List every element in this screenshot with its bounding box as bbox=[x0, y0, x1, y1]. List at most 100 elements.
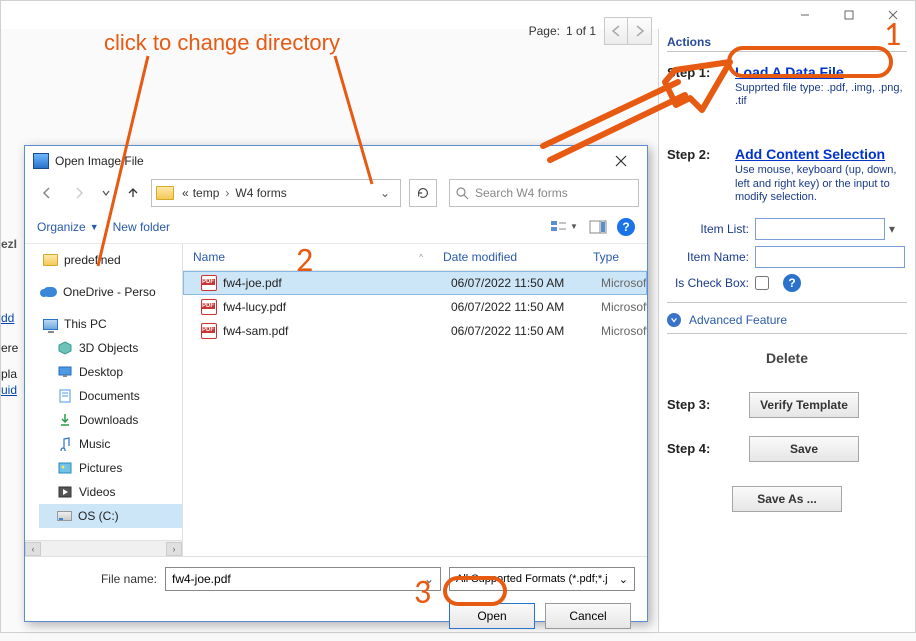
tree-item-videos[interactable]: Videos bbox=[39, 480, 182, 504]
new-folder-button[interactable]: New folder bbox=[113, 220, 170, 234]
dialog-titlebar: Open Image File bbox=[25, 146, 647, 176]
nav-up-button[interactable] bbox=[119, 179, 147, 207]
dialog-icon bbox=[33, 153, 49, 169]
step2-hint: Use mouse, keyboard (up, down, left and … bbox=[735, 164, 905, 204]
address-dropdown[interactable]: ⌄ bbox=[374, 186, 396, 200]
page-next-button[interactable] bbox=[628, 17, 652, 45]
save-as-button[interactable]: Save As ... bbox=[732, 486, 842, 512]
list-item[interactable]: fw4-joe.pdf 06/07/2022 11:50 AM Microsof… bbox=[183, 271, 647, 295]
minimize-button[interactable] bbox=[783, 1, 827, 29]
step-2: Step 2: Add Content Selection Use mouse,… bbox=[667, 146, 907, 204]
advanced-feature-toggle[interactable]: Advanced Feature bbox=[667, 313, 907, 327]
address-bar[interactable]: « temp › W4 forms ⌄ bbox=[151, 179, 401, 207]
open-button[interactable]: Open bbox=[449, 603, 535, 629]
page-navigator: Page: 1 of 1 bbox=[529, 17, 652, 45]
organize-label: Organize bbox=[37, 220, 86, 234]
tree-item-osc[interactable]: OS (C:) bbox=[39, 504, 182, 528]
chevron-right-icon: › bbox=[221, 186, 233, 200]
crumb-w4forms[interactable]: W4 forms bbox=[233, 186, 288, 200]
tree-item-music[interactable]: Music bbox=[39, 432, 182, 456]
file-name: fw4-sam.pdf bbox=[223, 324, 288, 338]
documents-icon bbox=[57, 388, 73, 404]
preview-pane-button[interactable] bbox=[583, 215, 613, 239]
tree-label: Videos bbox=[79, 485, 115, 499]
step1-label: Step 1: bbox=[667, 65, 725, 80]
onedrive-icon bbox=[43, 287, 57, 297]
item-list-input[interactable] bbox=[755, 218, 885, 240]
dialog-footer: File name: fw4-joe.pdf ⌄ All Supported F… bbox=[25, 556, 647, 641]
step3-label: Step 3: bbox=[667, 397, 725, 412]
nav-back-button[interactable] bbox=[33, 179, 61, 207]
search-icon bbox=[456, 187, 469, 200]
caret-down-icon: ⌄ bbox=[424, 572, 434, 586]
col-date[interactable]: Date modified bbox=[433, 244, 583, 270]
tree-item-thispc[interactable]: This PC bbox=[25, 312, 182, 336]
close-button[interactable] bbox=[871, 1, 915, 29]
search-input[interactable]: Search W4 forms bbox=[449, 179, 639, 207]
tree-label: Desktop bbox=[79, 365, 123, 379]
tree-item-onedrive[interactable]: OneDrive - Perso bbox=[25, 280, 182, 304]
pictures-icon bbox=[57, 460, 73, 476]
tree-item-documents[interactable]: Documents bbox=[39, 384, 182, 408]
add-content-selection-link[interactable]: Add Content Selection bbox=[735, 146, 885, 162]
dialog-address-row: « temp › W4 forms ⌄ Search W4 forms bbox=[25, 176, 647, 210]
ischeckbox-input[interactable] bbox=[755, 276, 769, 290]
advanced-feature-label: Advanced Feature bbox=[689, 313, 787, 327]
file-name-input[interactable]: fw4-joe.pdf ⌄ bbox=[165, 567, 441, 591]
list-header: Name^ Date modified Type bbox=[183, 244, 647, 271]
file-date: 06/07/2022 11:50 AM bbox=[441, 300, 591, 314]
drive-icon bbox=[57, 511, 72, 521]
strip-dd-link[interactable]: dd bbox=[1, 311, 14, 325]
3dobjects-icon bbox=[57, 340, 73, 356]
verify-template-button[interactable]: Verify Template bbox=[749, 392, 859, 418]
col-type[interactable]: Type bbox=[583, 244, 647, 270]
file-date: 06/07/2022 11:50 AM bbox=[441, 276, 591, 290]
cancel-button[interactable]: Cancel bbox=[545, 603, 631, 629]
file-name: fw4-lucy.pdf bbox=[223, 300, 286, 314]
checkbox-row: Is Check Box: ? bbox=[667, 274, 907, 292]
tree-item-downloads[interactable]: Downloads bbox=[39, 408, 182, 432]
tree-item-desktop[interactable]: Desktop bbox=[39, 360, 182, 384]
tree-item-3dobjects[interactable]: 3D Objects bbox=[39, 336, 182, 360]
nav-history-dropdown[interactable] bbox=[97, 179, 115, 207]
videos-icon bbox=[57, 484, 73, 500]
strip-uid-link[interactable]: uid bbox=[1, 383, 17, 397]
tree-label: Documents bbox=[79, 389, 140, 403]
tree-hscrollbar[interactable]: ‹› bbox=[25, 540, 182, 556]
crumb-temp[interactable]: temp bbox=[191, 186, 222, 200]
desktop-icon bbox=[57, 364, 73, 380]
step1-hint: Supprted file type: .pdf, .img, .png, .t… bbox=[735, 82, 905, 108]
organize-menu[interactable]: Organize ▼ bbox=[37, 220, 99, 234]
maximize-button[interactable] bbox=[827, 1, 871, 29]
pc-icon bbox=[43, 319, 58, 330]
file-type-filter[interactable]: All Supported Formats (*.pdf;*.j ⌄ bbox=[449, 567, 635, 591]
filter-label: All Supported Formats (*.pdf;*.j bbox=[456, 573, 608, 585]
list-item[interactable]: fw4-sam.pdf 06/07/2022 11:50 AM Microsof… bbox=[183, 319, 647, 343]
file-type: Microsoft bbox=[591, 276, 647, 290]
item-name-input[interactable] bbox=[755, 246, 905, 268]
file-name: fw4-joe.pdf bbox=[223, 276, 282, 290]
crumb-prefix: « bbox=[180, 186, 191, 200]
pdf-icon bbox=[201, 275, 217, 291]
actions-title: Actions bbox=[667, 35, 907, 52]
tree-item-pictures[interactable]: Pictures bbox=[39, 456, 182, 480]
tree-label: Downloads bbox=[79, 413, 138, 427]
help-icon[interactable]: ? bbox=[783, 274, 801, 292]
tree-label: 3D Objects bbox=[79, 341, 138, 355]
list-item[interactable]: fw4-lucy.pdf 06/07/2022 11:50 AM Microso… bbox=[183, 295, 647, 319]
tree-item-predefined[interactable]: predefined bbox=[25, 248, 182, 272]
dialog-help-icon[interactable]: ? bbox=[617, 218, 635, 236]
actions-panel: Actions Step 1: Load A Data File Supprte… bbox=[659, 29, 915, 632]
dialog-close-button[interactable] bbox=[603, 148, 639, 174]
col-name[interactable]: Name^ bbox=[183, 244, 433, 270]
caret-down-icon: ⌄ bbox=[619, 573, 628, 586]
col-name-label: Name bbox=[193, 250, 225, 264]
load-data-file-link[interactable]: Load A Data File bbox=[735, 64, 844, 80]
nav-forward-button[interactable] bbox=[65, 179, 93, 207]
page-prev-button[interactable] bbox=[604, 17, 628, 45]
view-mode-button[interactable]: ▼ bbox=[549, 215, 579, 239]
save-button[interactable]: Save bbox=[749, 436, 859, 462]
tree-label: OneDrive - Perso bbox=[63, 285, 156, 299]
page-value: 1 of 1 bbox=[566, 24, 596, 38]
refresh-button[interactable] bbox=[409, 179, 437, 207]
